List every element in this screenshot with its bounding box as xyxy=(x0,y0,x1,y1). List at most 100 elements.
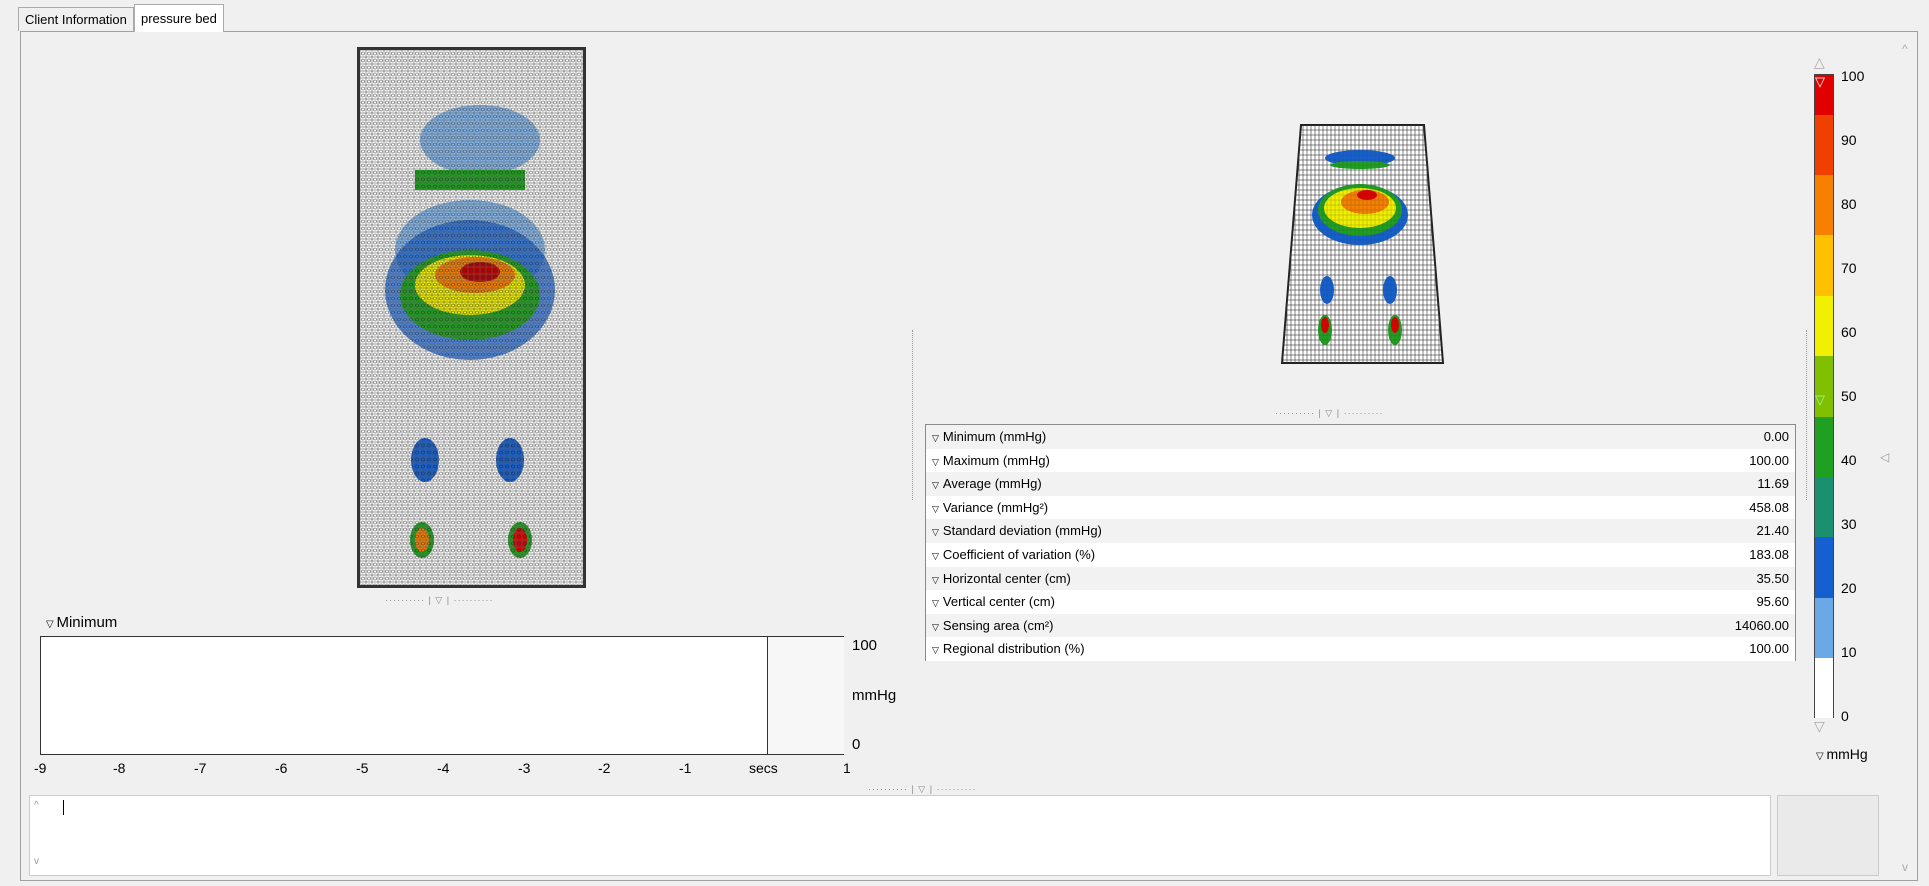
time-label: -2 xyxy=(598,760,611,776)
time-label: -8 xyxy=(113,760,126,776)
time-label: -4 xyxy=(437,760,450,776)
map-splitter[interactable]: ·········· | ▽ | ·········· xyxy=(385,595,494,606)
trend-y-max: 100 xyxy=(852,637,878,654)
panel-scroll-down-icon[interactable]: v xyxy=(1902,860,1908,874)
statistics-table: ▽ Minimum (mmHg) 0.00 ▽ Maximum (mmHg) 100.0… xyxy=(925,424,1796,661)
trend-y-unit: mmHg xyxy=(852,687,897,704)
stat-value: 95.60 xyxy=(1756,594,1789,610)
time-label: -1 xyxy=(679,760,692,776)
stat-value: 14060.00 xyxy=(1734,617,1789,633)
scale-band xyxy=(1815,537,1833,598)
stat-row[interactable]: ▽ Regional distribution (%) 100.00 xyxy=(926,637,1795,661)
scale-label: 20 xyxy=(1841,580,1857,596)
pressure-map-graphic xyxy=(360,50,583,585)
expand-triangle-icon[interactable]: ▽ xyxy=(932,433,939,443)
text-cursor xyxy=(63,800,64,815)
tab-client-information[interactable]: Client Information xyxy=(18,7,134,31)
scale-band xyxy=(1815,476,1833,538)
stat-row[interactable]: ▽ Variance (mmHg²) 458.08 xyxy=(926,495,1795,520)
pressure-map-3d[interactable] xyxy=(1275,120,1450,370)
expand-triangle-icon[interactable]: ▽ xyxy=(932,551,939,561)
stat-row[interactable]: ▽ Standard deviation (mmHg) 21.40 xyxy=(926,519,1795,543)
stat-label: Sensing area (cm²) xyxy=(942,617,1054,633)
time-label: -5 xyxy=(356,760,369,776)
scale-label: 90 xyxy=(1841,132,1857,148)
stat-label: Standard deviation (mmHg) xyxy=(942,523,1102,539)
tab-pressure-bed[interactable]: pressure bed xyxy=(134,4,224,32)
stat-label: Minimum (mmHg) xyxy=(942,429,1047,444)
time-label: secs xyxy=(749,760,778,776)
stat-label: Maximum (mmHg) xyxy=(942,452,1050,468)
trend-future-area xyxy=(768,637,844,754)
stat-label: Vertical center (cm) xyxy=(942,594,1055,610)
expand-triangle-icon[interactable]: ▽ xyxy=(932,527,939,537)
scale-label: 30 xyxy=(1841,516,1857,532)
scale-label: 10 xyxy=(1841,644,1857,660)
stat-row[interactable]: ▽ Horizontal center (cm) 35.50 xyxy=(926,566,1795,591)
stat-value: 100.00 xyxy=(1749,641,1789,657)
dropdown-triangle-icon: ▽ xyxy=(1816,751,1827,762)
scale-band xyxy=(1815,175,1833,236)
scale-down-arrow-icon[interactable]: ▽ xyxy=(1814,718,1825,735)
scale-label: 0 xyxy=(1841,708,1849,724)
stat-row[interactable]: ▽ Sensing area (cm²) 14060.00 xyxy=(926,613,1795,638)
scale-band xyxy=(1815,657,1833,719)
view3d-splitter[interactable]: ·········· | ▽ | ·········· xyxy=(1275,408,1384,419)
scale-mid-marker-icon[interactable]: ▽ xyxy=(1815,392,1825,408)
scroll-down-icon[interactable]: v xyxy=(34,856,39,867)
time-label: 1 xyxy=(843,760,851,776)
scale-label: 80 xyxy=(1841,196,1857,212)
stat-value: 458.08 xyxy=(1749,499,1789,515)
expand-triangle-icon[interactable]: ▽ xyxy=(932,575,939,585)
scale-band xyxy=(1815,597,1833,658)
trend-title-dropdown[interactable]: ▽ Minimum xyxy=(46,614,117,631)
trend-y-min: 0 xyxy=(852,736,861,753)
scale-band xyxy=(1815,235,1833,296)
stat-row[interactable]: ▽ Minimum (mmHg) 0.00 xyxy=(926,425,1795,449)
stat-label: Regional distribution (%) xyxy=(942,641,1085,657)
stat-label: Average (mmHg) xyxy=(942,476,1042,492)
scale-band xyxy=(1815,114,1833,176)
stat-row[interactable]: ▽ Coefficient of variation (%) 183.08 xyxy=(926,542,1795,567)
panel-scroll-up-icon[interactable]: ^ xyxy=(1902,42,1908,56)
expand-triangle-icon[interactable]: ▽ xyxy=(932,457,939,467)
time-label: -6 xyxy=(275,760,288,776)
pressure-3d-graphic xyxy=(1280,124,1445,364)
scale-unit-dropdown[interactable]: ▽ mmHg xyxy=(1816,746,1868,762)
stat-value: 183.08 xyxy=(1749,546,1789,562)
stat-row[interactable]: ▽ Vertical center (cm) 95.60 xyxy=(926,590,1795,614)
expand-triangle-icon[interactable]: ▽ xyxy=(932,480,939,490)
stat-value: 21.40 xyxy=(1756,523,1789,539)
dropdown-triangle-icon: ▽ xyxy=(46,619,57,630)
left-splitter-handle[interactable] xyxy=(912,330,917,500)
expand-triangle-icon[interactable]: ▽ xyxy=(932,504,939,514)
stat-value: 35.50 xyxy=(1756,570,1789,586)
scale-label: 50 xyxy=(1841,388,1857,404)
scale-label: 40 xyxy=(1841,452,1857,468)
trend-chart[interactable] xyxy=(40,636,844,755)
stat-label: Coefficient of variation (%) xyxy=(942,546,1096,562)
time-label: -9 xyxy=(34,760,47,776)
scale-band xyxy=(1815,295,1833,357)
collapse-right-icon[interactable]: ◁ xyxy=(1880,450,1889,464)
trend-title: Minimum xyxy=(56,614,118,631)
stat-row[interactable]: ▽ Maximum (mmHg) 100.00 xyxy=(926,448,1795,473)
scale-label: 60 xyxy=(1841,324,1857,340)
scale-up-arrow-icon[interactable]: △ xyxy=(1814,54,1825,71)
expand-triangle-icon[interactable]: ▽ xyxy=(932,598,939,608)
stat-value: 0.00 xyxy=(1763,429,1789,444)
expand-triangle-icon[interactable]: ▽ xyxy=(932,645,939,655)
right-splitter-handle[interactable] xyxy=(1806,330,1811,500)
expand-triangle-icon[interactable]: ▽ xyxy=(932,622,939,632)
time-label: -7 xyxy=(194,760,207,776)
scroll-up-icon[interactable]: ^ xyxy=(34,800,39,811)
bottom-splitter[interactable]: ·········· | ▽ | ·········· xyxy=(868,784,977,795)
scale-label: 100 xyxy=(1841,68,1865,84)
scale-top-marker-icon[interactable]: ▽ xyxy=(1815,74,1825,90)
pressure-map-2d[interactable] xyxy=(357,47,586,588)
stat-row[interactable]: ▽ Average (mmHg) 11.69 xyxy=(926,472,1795,496)
log-textarea[interactable]: ^ v xyxy=(29,795,1771,876)
time-label: -3 xyxy=(518,760,531,776)
scale-unit: mmHg xyxy=(1826,746,1868,762)
stat-label: Horizontal center (cm) xyxy=(942,570,1071,586)
